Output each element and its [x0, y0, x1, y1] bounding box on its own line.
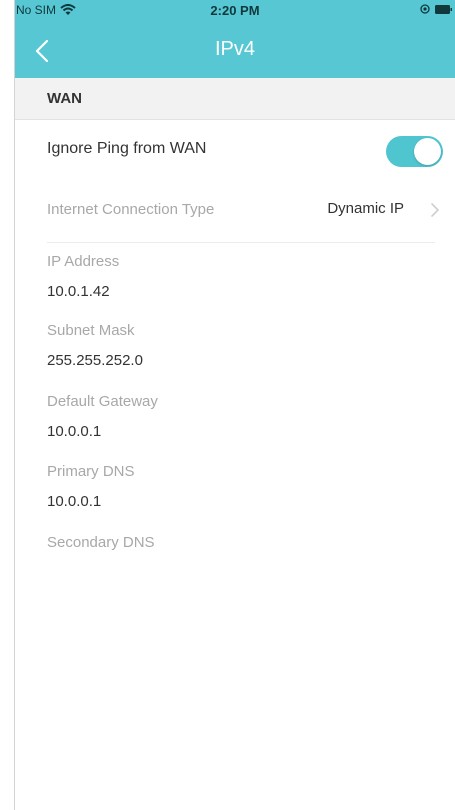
connection-type-row[interactable]: Internet Connection Type Dynamic IP: [15, 180, 455, 242]
status-bar: No SIM 2:20 PM: [15, 0, 455, 22]
page-title: IPv4: [214, 38, 256, 60]
status-right: [420, 4, 452, 14]
field-value: 255.255.252.0: [47, 352, 143, 369]
section-header: WAN: [15, 78, 455, 120]
ip-address-field: IP Address 10.0.1.42: [47, 253, 427, 301]
toggle-knob: [414, 138, 441, 165]
field-value: 10.0.0.1: [47, 493, 102, 510]
navigation-bar: IPv4: [15, 28, 455, 72]
section-title: WAN: [47, 90, 82, 107]
field-label: Primary DNS: [47, 463, 135, 480]
ignore-ping-toggle[interactable]: [386, 136, 443, 167]
status-time: 2:20 PM: [210, 3, 260, 18]
field-value: 10.0.1.42: [47, 283, 110, 300]
primary-dns-field: Primary DNS 10.0.0.1: [47, 463, 427, 511]
ignore-ping-label: Ignore Ping from WAN: [47, 140, 207, 157]
field-label: Secondary DNS: [47, 534, 155, 551]
app-screen: No SIM 2:20 PM IPv4 WAN Ignore Ping from…: [14, 0, 455, 810]
default-gateway-field: Default Gateway 10.0.0.1: [47, 393, 427, 441]
ignore-ping-row: Ignore Ping from WAN: [15, 120, 455, 180]
battery-icon: [435, 4, 452, 14]
subnet-mask-field: Subnet Mask 255.255.252.0: [47, 322, 427, 370]
field-label: Subnet Mask: [47, 322, 135, 339]
field-value: 10.0.0.1: [47, 423, 102, 440]
divider: [47, 242, 435, 243]
secondary-dns-field: Secondary DNS: [47, 534, 427, 564]
field-label: Default Gateway: [47, 393, 158, 410]
chevron-right-icon: [431, 203, 439, 217]
connection-type-label: Internet Connection Type: [47, 201, 215, 218]
location-icon: [420, 4, 430, 14]
connection-type-value: Dynamic IP: [327, 200, 404, 217]
field-label: IP Address: [47, 253, 120, 270]
